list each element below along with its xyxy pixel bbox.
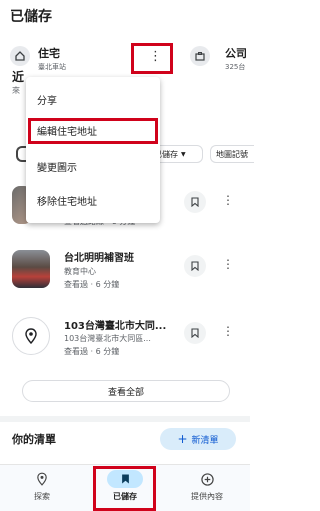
context-menu: 分享 編輯住宅地址 變更圖示 移除住宅地址: [26, 77, 160, 223]
home-icon: [10, 46, 30, 66]
list-item[interactable]: 103台灣臺北市大同... 103台灣臺北市大同區... 查看過 · 6 分鐘 …: [12, 313, 242, 361]
place-address: 103台灣臺北市大同區...: [64, 334, 151, 343]
saved-tab-highlight: [93, 466, 156, 511]
home-more-options-button[interactable]: ⋮: [131, 43, 173, 74]
menu-item-label: 分享: [37, 95, 57, 107]
new-list-label: 新清單: [191, 435, 219, 446]
bookmark-icon: [191, 261, 199, 271]
plus-icon: +: [177, 432, 188, 446]
home-location-address: 臺北車站: [38, 63, 66, 71]
more-vert-icon[interactable]: ⋮: [222, 194, 234, 206]
list-item[interactable]: 台北明明補習班 教育中心 查看過 · 6 分鐘 ⋮: [12, 246, 242, 294]
work-location-address: 325台: [225, 63, 246, 71]
home-location[interactable]: 住宅 臺北車站: [10, 42, 120, 72]
edit-address-highlight: [28, 118, 158, 144]
bookmark-icon: [191, 197, 199, 207]
menu-item-remove-home-address[interactable]: 移除住宅地址: [26, 185, 160, 215]
work-location[interactable]: 公司 325台: [190, 42, 250, 72]
see-all-button[interactable]: 查看全部: [22, 380, 230, 402]
place-category: 教育中心: [64, 267, 96, 276]
place-title: 103台灣臺北市大同...: [64, 321, 167, 332]
chip-edge: [16, 146, 26, 162]
recent-section-title: 近: [12, 70, 25, 84]
place-subtitle: 查看過 · 6 分鐘: [64, 347, 120, 356]
bookmark-button[interactable]: [184, 322, 206, 344]
bookmark-icon: [191, 328, 199, 338]
nav-explore[interactable]: 探索: [7, 470, 77, 502]
location-pin-icon: [12, 317, 50, 355]
section-divider: [0, 416, 250, 422]
place-thumbnail: [12, 250, 50, 288]
add-circle-icon: [189, 470, 225, 488]
menu-item-label: 變更圖示: [37, 162, 77, 174]
menu-item-label: 移除住宅地址: [37, 196, 97, 208]
page-title: 已儲存: [10, 9, 52, 25]
place-subtitle: 查看過 · 6 分鐘: [64, 280, 120, 289]
nav-contribute-label: 提供內容: [191, 492, 223, 501]
more-vert-icon[interactable]: ⋮: [222, 325, 234, 337]
bookmark-button[interactable]: [184, 191, 206, 213]
chip-map-markers[interactable]: 地圖記號: [210, 145, 254, 163]
work-location-name: 公司: [225, 47, 247, 60]
more-vert-icon: ⋮: [149, 49, 162, 64]
nav-contribute[interactable]: 提供內容: [172, 470, 242, 502]
new-list-button[interactable]: + 新清單: [160, 428, 236, 450]
menu-item-share[interactable]: 分享: [26, 84, 160, 114]
more-vert-icon[interactable]: ⋮: [222, 258, 234, 270]
recent-section-sub: 來: [12, 86, 20, 95]
chevron-down-icon: ▼: [181, 150, 186, 158]
your-lists-title: 你的清單: [12, 433, 56, 446]
location-pin-icon: [24, 470, 60, 488]
home-location-name: 住宅: [38, 47, 60, 60]
chip-map-markers-label: 地圖記號: [216, 149, 248, 159]
bookmark-button[interactable]: [184, 255, 206, 277]
menu-item-change-icon[interactable]: 變更圖示: [26, 151, 160, 181]
place-title: 台北明明補習班: [64, 253, 134, 264]
briefcase-icon: [190, 46, 210, 66]
nav-explore-label: 探索: [34, 492, 50, 501]
